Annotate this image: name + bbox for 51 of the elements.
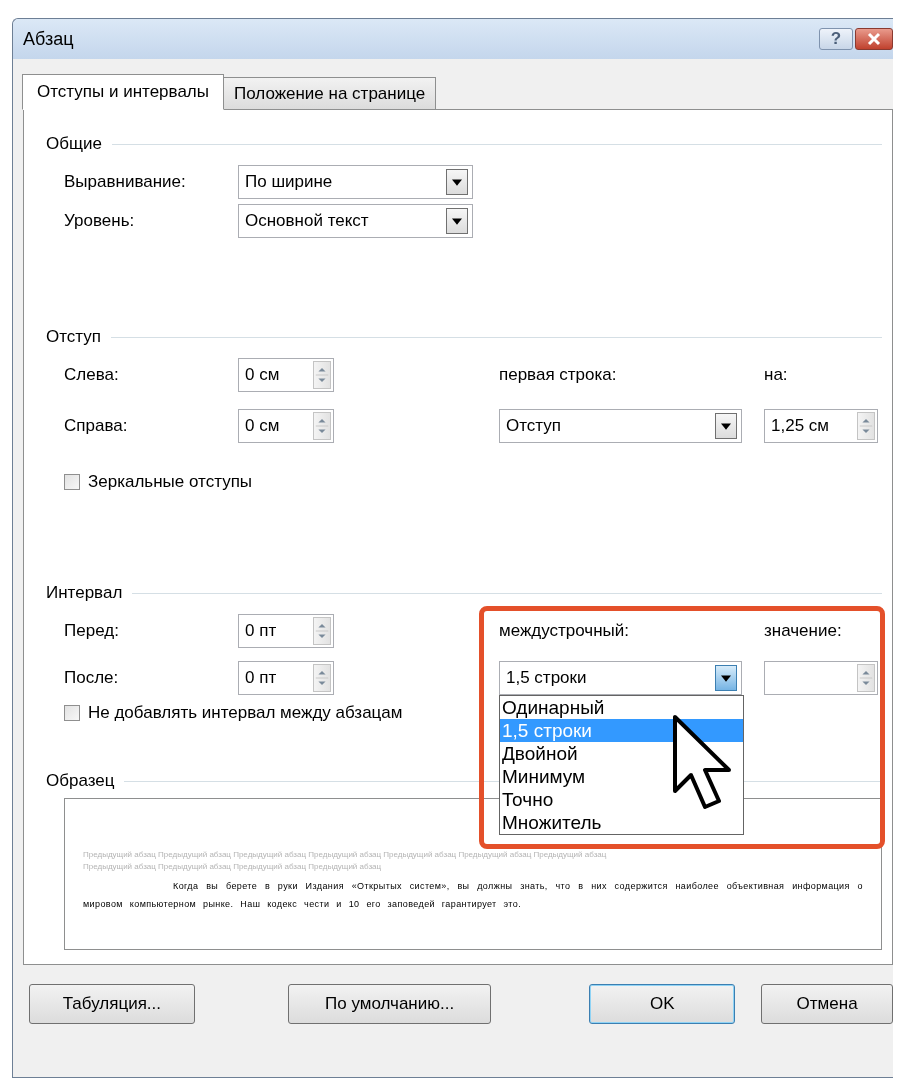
field-label: на:	[764, 365, 789, 385]
spin-field[interactable]: 1,25 см	[764, 409, 878, 443]
field-label: первая строка:	[499, 365, 618, 385]
spin-field[interactable]: 0 см	[238, 409, 334, 443]
dialog-button[interactable]: OK	[589, 984, 736, 1024]
section-title: Интервал	[46, 583, 123, 603]
field-label: междустрочный:	[499, 621, 631, 641]
spin-buttons-icon	[313, 617, 331, 645]
field-label: Выравнивание:	[64, 172, 187, 192]
dropdown-option[interactable]: Множитель	[500, 811, 743, 834]
checkbox[interactable]	[64, 705, 80, 721]
dialog-button[interactable]: Табуляция...	[29, 984, 195, 1024]
field-label: Слева:	[64, 365, 120, 385]
dropdown-field[interactable]: По ширине	[238, 165, 473, 199]
close-button[interactable]	[855, 28, 893, 50]
field-label: После:	[64, 668, 120, 688]
dropdown-field[interactable]: 1,5 строки	[499, 661, 742, 695]
spin-field[interactable]: 0 пт	[238, 614, 334, 648]
dialog-button[interactable]: Отмена	[761, 984, 893, 1024]
field-label: Перед:	[64, 621, 120, 641]
field-label: Уровень:	[64, 211, 136, 231]
close-icon	[865, 32, 883, 46]
spin-field[interactable]: 0 пт	[238, 661, 334, 695]
field-label: Справа:	[64, 416, 129, 436]
spin-buttons-icon	[857, 412, 875, 440]
dropdown-option[interactable]: Минимум	[500, 765, 743, 788]
dropdown-field[interactable]: Отступ	[499, 409, 742, 443]
spin-buttons-icon	[313, 664, 331, 692]
preview-previous-text: Предыдущий абзац Предыдущий абзац Предыдущий абзац Предыдущий абзац Предыдущий абзац Предыдущий абзац Предыдущий абзац Предыдущий абзац Предыдущий абзац Предыдущий абзац Предыдущий абзац	[83, 849, 608, 873]
field-label: Зеркальные отступы	[88, 472, 253, 492]
spin-buttons-icon	[313, 412, 331, 440]
dropdown-option[interactable]: Одинарный	[500, 696, 743, 719]
help-button[interactable]: ?	[819, 28, 853, 50]
tab[interactable]: Положение на странице	[223, 77, 437, 109]
window-title: Абзац	[23, 28, 75, 50]
spin-buttons-icon	[313, 361, 331, 389]
section-title: Общие	[46, 134, 102, 154]
spin-buttons-icon	[857, 664, 875, 692]
dropdown-option[interactable]: Точно	[500, 788, 743, 811]
dialog-button[interactable]: По умолчанию...	[287, 984, 492, 1024]
dropdown-field[interactable]: Основной текст	[238, 204, 473, 238]
spin-field[interactable]: 0 см	[238, 358, 334, 392]
dropdown-option[interactable]: Двойной	[500, 742, 743, 765]
checkbox[interactable]	[64, 474, 80, 490]
field-label: Не добавлять интервал между абзацам	[88, 703, 403, 723]
tab[interactable]: Отступы и интервалы	[22, 74, 224, 110]
field-label: значение:	[764, 621, 843, 641]
preview-sample-text: Когда вы берете в руки Издания «Открытых систем», вы должны знать, что в них содержится наиболее объективная информация о мировом компьютерном рынке. Наш кодекс чести и 10 его заповедей гарантирует это.	[83, 880, 863, 911]
spin-field[interactable]	[764, 661, 878, 695]
section-title: Образец	[46, 771, 115, 791]
section-title: Отступ	[46, 327, 101, 347]
